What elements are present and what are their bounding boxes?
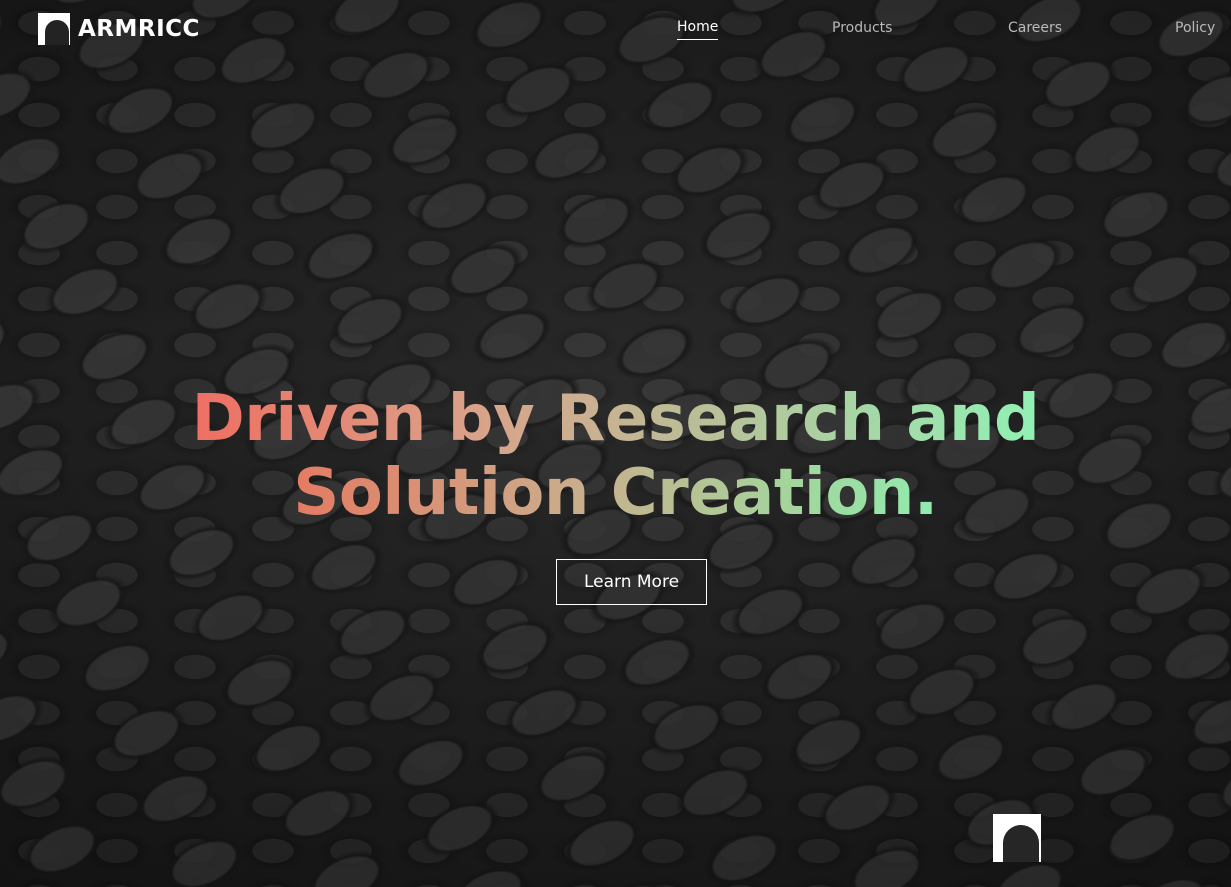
nav-item-policy[interactable]: Policy: [1175, 20, 1215, 40]
top-navbar: ARMRICC Home Products Careers Policy: [0, 0, 1231, 62]
learn-more-button[interactable]: Learn More: [556, 559, 707, 605]
hero-section: ARMRICC Home Products Careers Policy Dri…: [0, 0, 1231, 887]
nav-item-home[interactable]: Home: [677, 19, 719, 40]
hero-headline-line-1: Driven by Research and: [166, 382, 1066, 456]
nav-item-careers[interactable]: Careers: [1008, 20, 1062, 40]
nav-item-products[interactable]: Products: [832, 20, 892, 40]
brand-logo-link[interactable]: ARMRICC: [38, 13, 200, 45]
hero-headline-line-2: Solution Creation.: [266, 456, 966, 530]
brand-name: ARMRICC: [78, 16, 200, 42]
armricc-logo-icon[interactable]: [993, 814, 1041, 862]
hero-headline: Driven by Research and Solution Creation…: [0, 382, 1231, 530]
armricc-logo-icon: [38, 13, 70, 45]
